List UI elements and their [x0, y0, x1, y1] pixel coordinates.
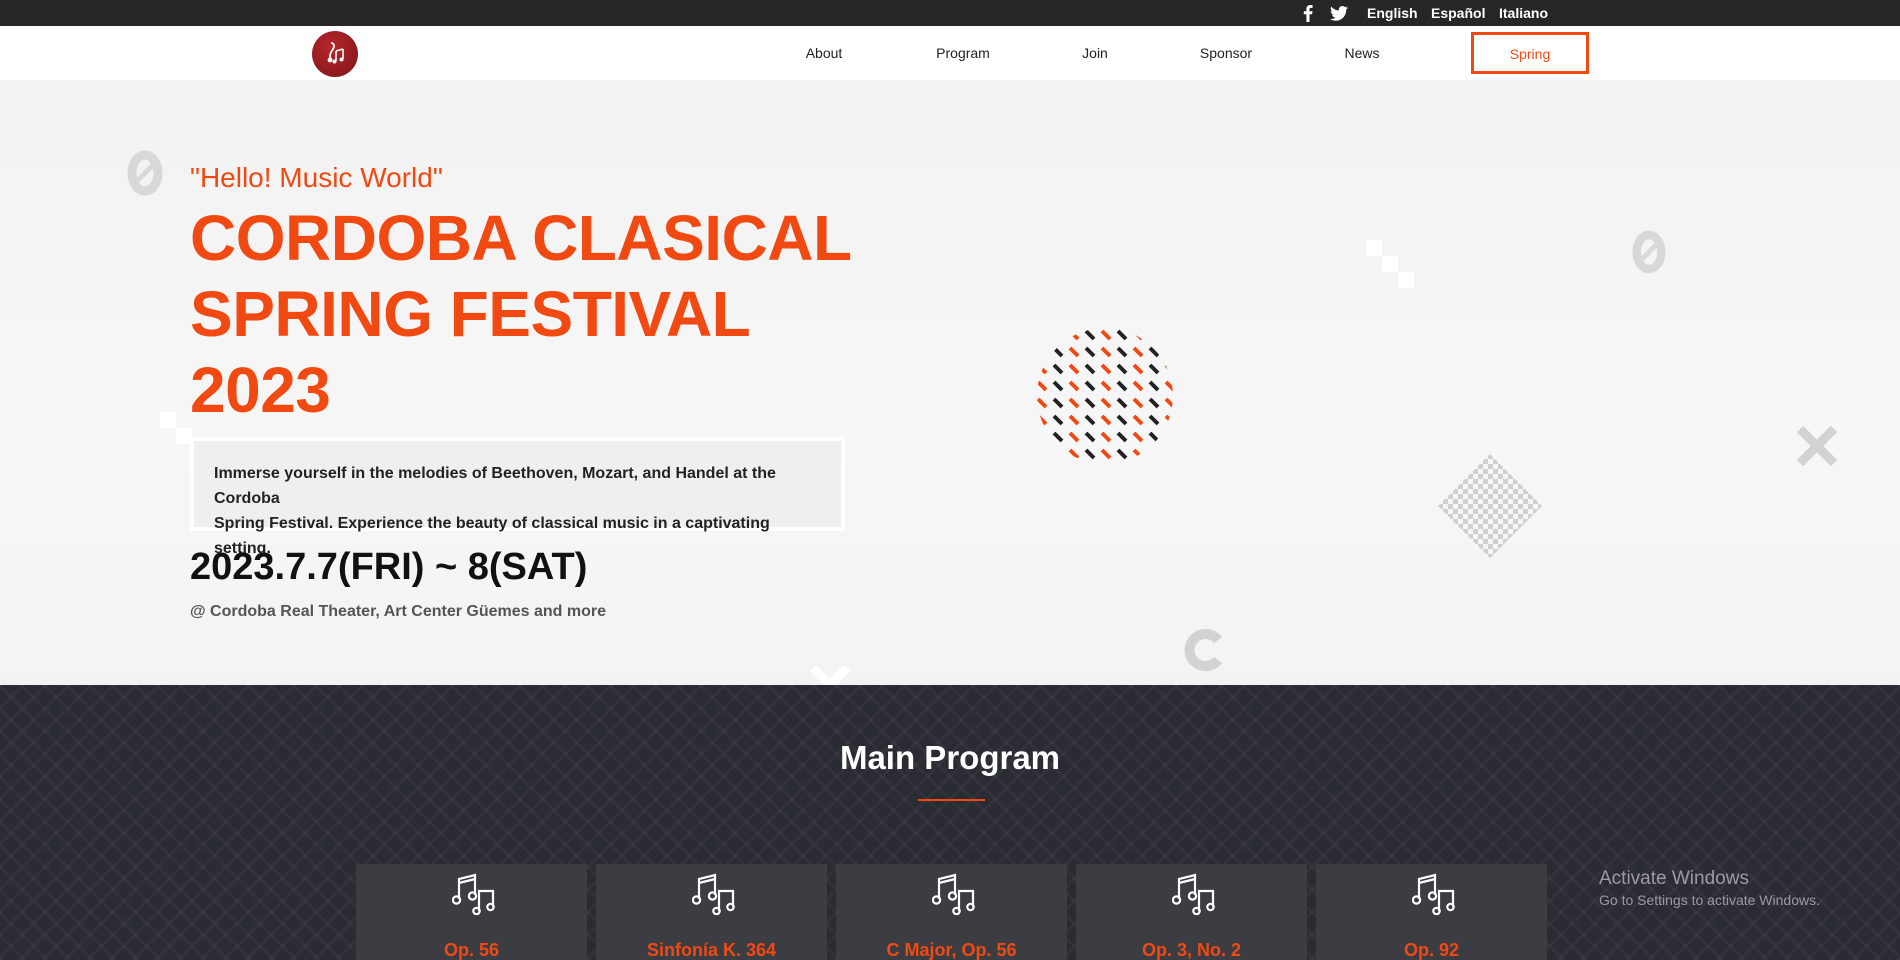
- twitter-icon[interactable]: [1330, 4, 1348, 22]
- nav-news[interactable]: News: [1337, 26, 1387, 80]
- hero-section: "Hello! Music World" CORDOBA CLASICAL SP…: [0, 80, 1900, 685]
- zero-glyph-decoration: [1632, 230, 1666, 274]
- activate-windows-watermark: Activate Windows Go to Settings to activ…: [1599, 868, 1820, 908]
- music-notes-icon: [452, 873, 495, 915]
- facebook-icon[interactable]: [1303, 4, 1313, 22]
- program-card-title: Op. 92: [1403, 940, 1460, 960]
- patterned-circle-decoration: [1037, 328, 1173, 464]
- pixel-steps-decoration: [1366, 240, 1414, 288]
- festival-description-line-1: Immerse yourself in the melodies of Beet…: [214, 465, 776, 507]
- program-card-op-92[interactable]: Op. 92: [1316, 864, 1547, 960]
- program-card-title: Op. 56: [443, 940, 500, 960]
- program-card-op-3-no-2[interactable]: Op. 3, No. 2: [1076, 864, 1307, 960]
- nav-sponsor[interactable]: Sponsor: [1190, 26, 1262, 80]
- program-card-c-major-op-56[interactable]: C Major, Op. 56: [836, 864, 1067, 960]
- program-card-sinfonia-k-364[interactable]: Sinfonía K. 364: [596, 864, 827, 960]
- checker-diamond-decoration: [1438, 454, 1542, 558]
- program-card-title: Op. 3, No. 2: [1141, 940, 1242, 960]
- top-bar: English Español Italiano: [0, 0, 1900, 26]
- music-notes-icon: [932, 873, 975, 915]
- activate-windows-title: Activate Windows: [1599, 868, 1749, 889]
- program-card-title: Sinfonía K. 364: [646, 940, 777, 960]
- refresh-arc-decoration: [1184, 629, 1222, 671]
- festival-title-line-2: SPRING FESTIVAL: [190, 278, 751, 350]
- nav-about[interactable]: About: [793, 26, 855, 80]
- music-notes-icon: [692, 873, 735, 915]
- x-cross-decoration: [809, 666, 851, 685]
- music-notes-logo-icon: [327, 42, 344, 64]
- x-cross-decoration: [1796, 425, 1838, 467]
- nav-program[interactable]: Program: [930, 26, 996, 80]
- festival-title: CORDOBA CLASICAL SPRING FESTIVAL 2023: [190, 200, 890, 428]
- hero-tagline: "Hello! Music World": [190, 162, 443, 193]
- language-espanol-link[interactable]: Español: [1431, 0, 1485, 26]
- music-notes-icon: [1412, 873, 1455, 915]
- music-notes-icon: [1172, 873, 1215, 915]
- program-card-title: C Major, Op. 56: [886, 940, 1017, 960]
- heading-underline: [918, 799, 985, 801]
- nav-join[interactable]: Join: [1074, 26, 1116, 80]
- main-navigation: About Program Join Sponsor News Spring F…: [0, 26, 1900, 100]
- program-card-op-56[interactable]: Op. 56: [356, 864, 587, 960]
- festival-title-line-1: CORDOBA CLASICAL: [190, 202, 852, 274]
- zero-glyph-decoration: [127, 150, 163, 196]
- festival-title-line-3: 2023: [190, 354, 331, 426]
- nav-spring-festival[interactable]: Spring Festival: [1471, 32, 1589, 100]
- language-italiano-link[interactable]: Italiano: [1499, 0, 1548, 26]
- festival-date: 2023.7.7(FRI) ~ 8(SAT): [190, 546, 588, 588]
- festival-venue: @ Cordoba Real Theater, Art Center Güeme…: [190, 603, 606, 620]
- festival-description-box: Immerse yourself in the melodies of Beet…: [190, 437, 845, 557]
- main-program-heading: Main Program: [839, 739, 1061, 776]
- language-english-link[interactable]: English: [1367, 0, 1418, 26]
- festival-logo[interactable]: [312, 31, 358, 77]
- main-program-section: Main Program Op. 56 Sinfonía K. 364 C Ma…: [0, 685, 1900, 960]
- activate-windows-subtitle: Go to Settings to activate Windows.: [1599, 892, 1820, 908]
